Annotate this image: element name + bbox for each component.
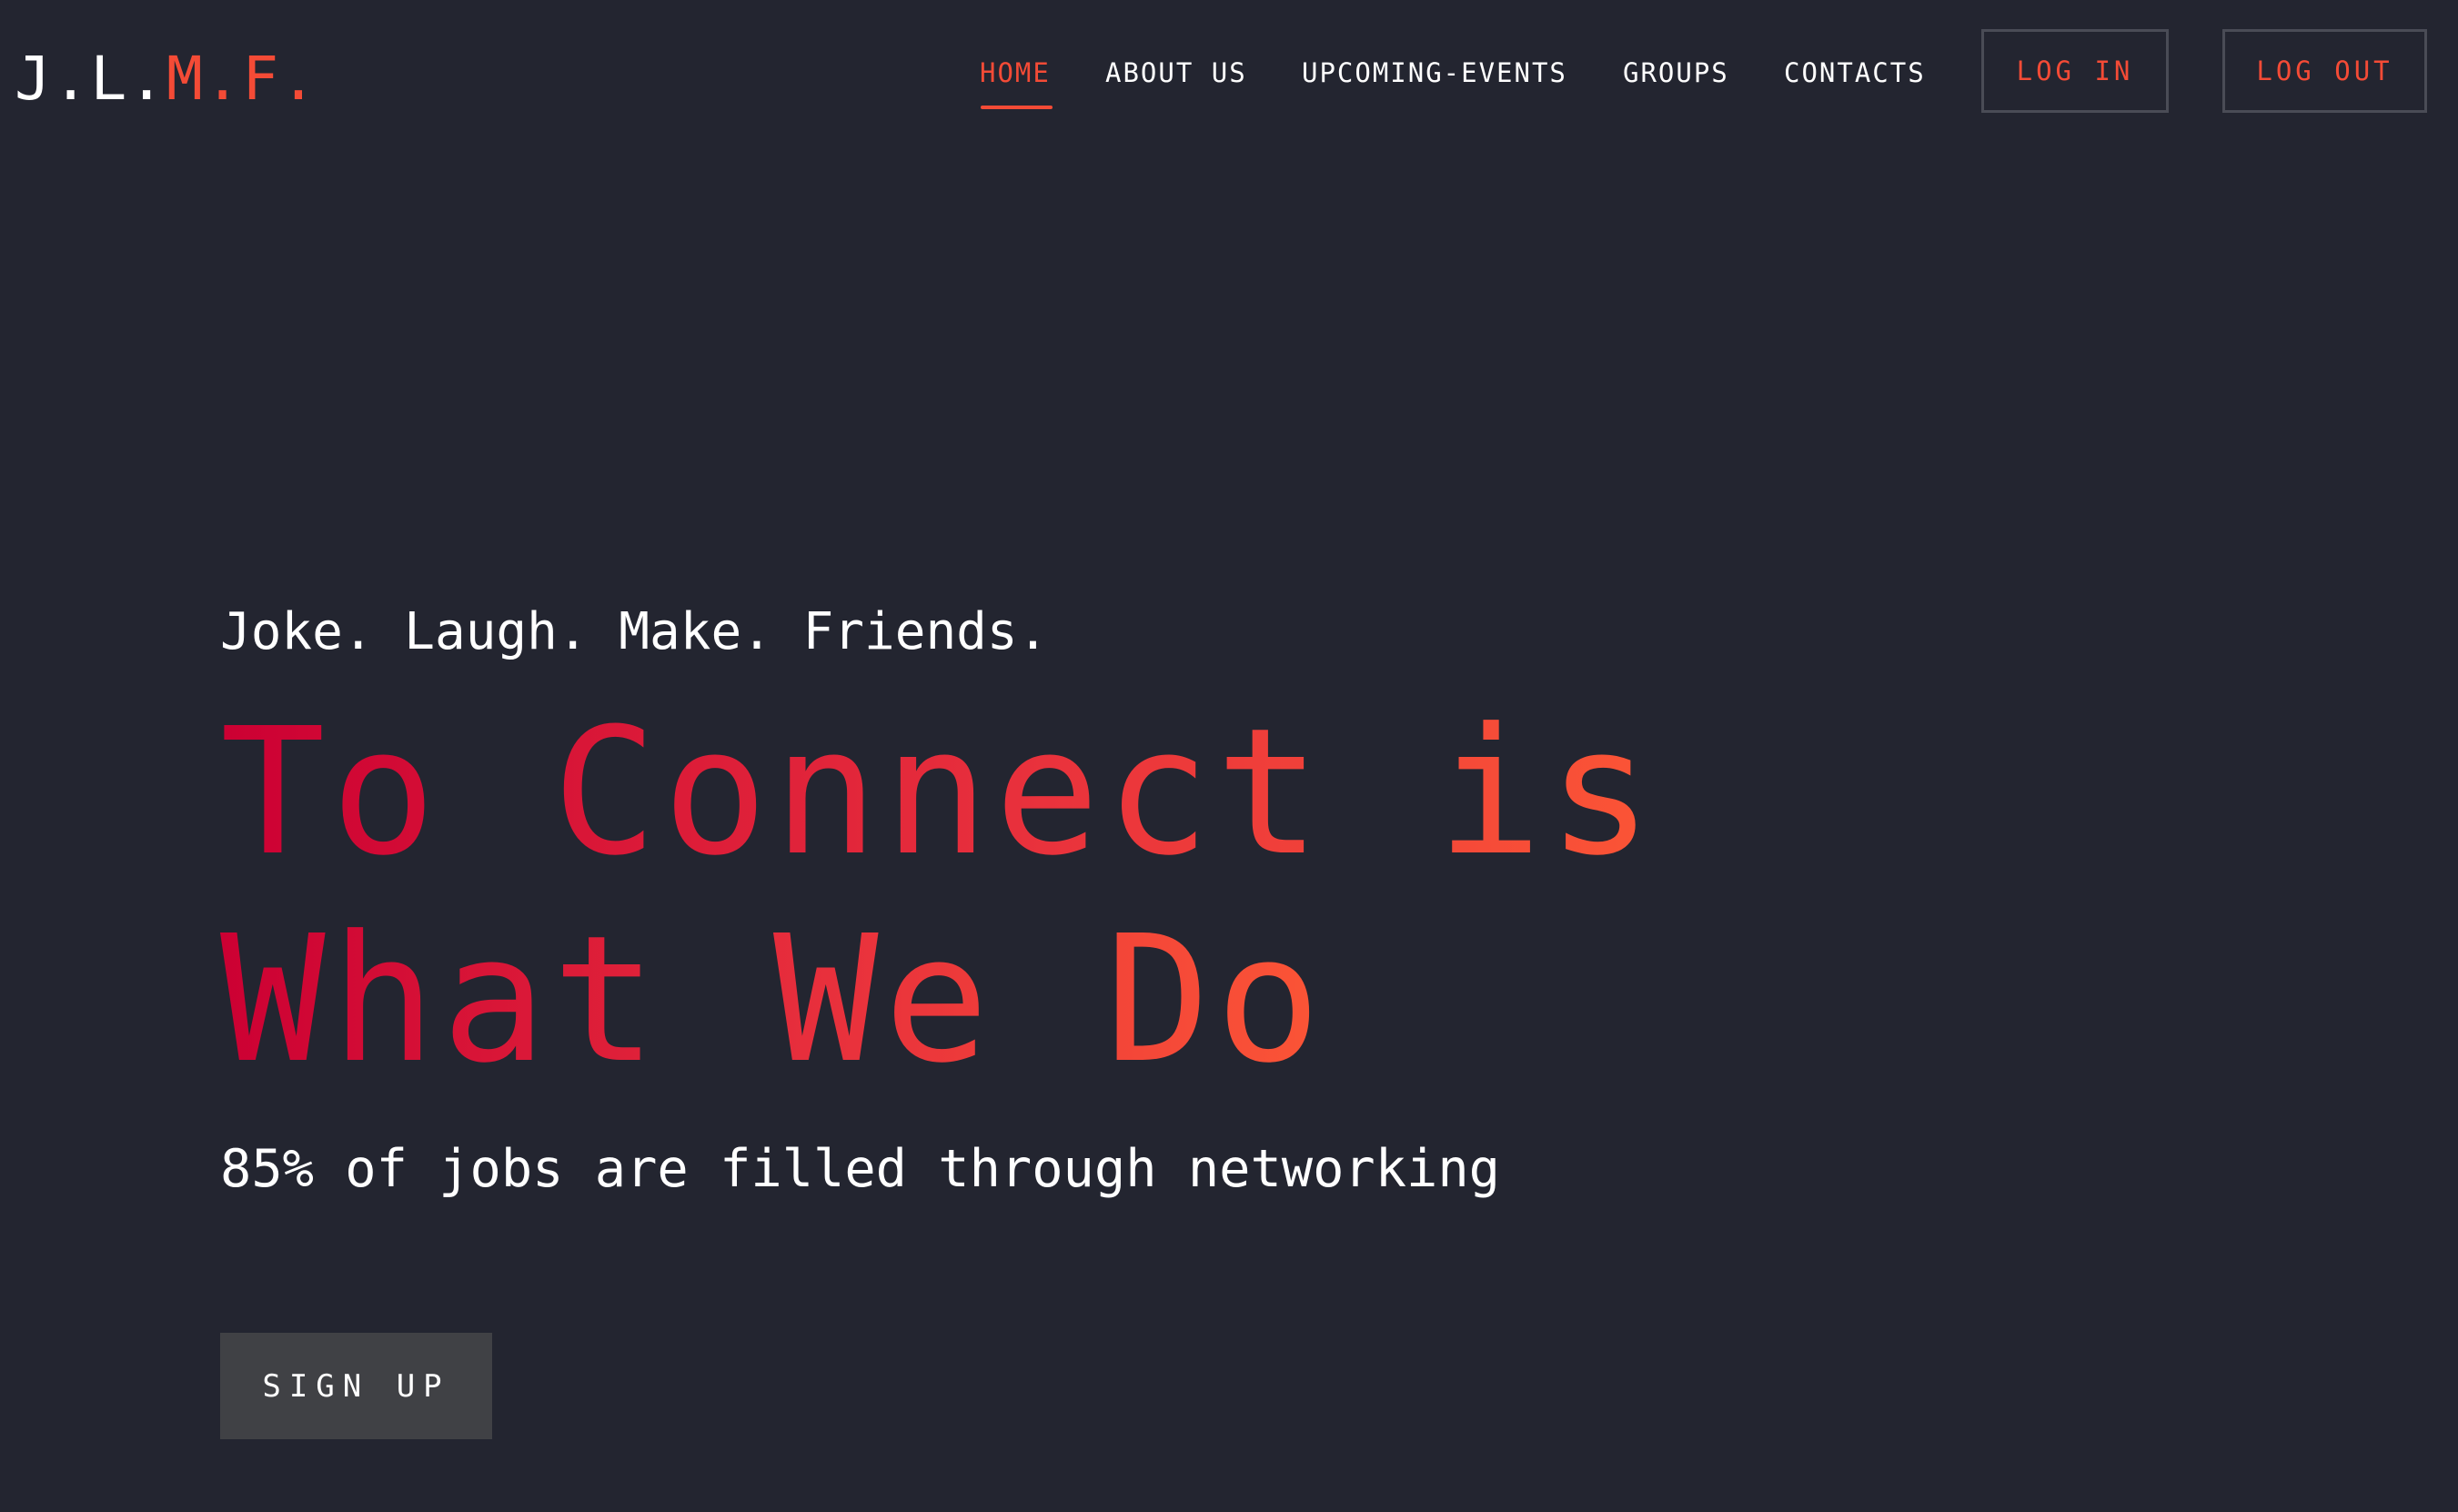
hero-section: Joke. Laugh. Make. Friends. To Connect i…	[220, 582, 1658, 1210]
hero-headline-line-1: To Connect is	[220, 690, 1658, 897]
login-button[interactable]: LOG IN	[1981, 29, 2169, 113]
hero-headline: To Connect is What We Do	[220, 690, 1658, 1104]
nav-active-indicator	[981, 106, 1053, 109]
hero-headline-line-2: What We Do	[220, 897, 1326, 1104]
nav-upcoming-events[interactable]: UPCOMING-EVENTS	[1302, 55, 1567, 91]
nav-about-us[interactable]: ABOUT US	[1105, 55, 1247, 91]
nav-home[interactable]: HOME	[980, 55, 1051, 91]
logout-button[interactable]: LOG OUT	[2222, 29, 2427, 113]
hero-tagline: Joke. Laugh. Make. Friends.	[220, 602, 1049, 661]
main-nav: HOME ABOUT US UPCOMING-EVENTS GROUPS CON…	[0, 0, 2458, 146]
hero-subline: 85% of jobs are filled through networkin…	[220, 1139, 1500, 1199]
nav-contacts[interactable]: CONTACTS	[1784, 55, 1926, 91]
nav-groups[interactable]: GROUPS	[1623, 55, 1729, 91]
signup-button[interactable]: SIGN UP	[220, 1333, 492, 1439]
